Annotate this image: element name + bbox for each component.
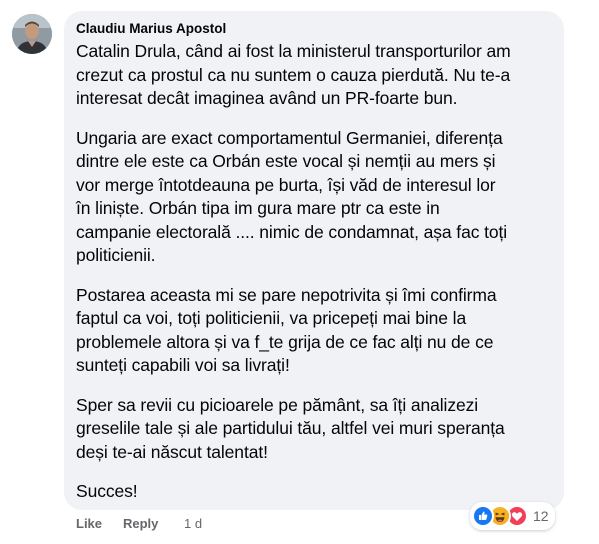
comment-text-line: campanie electorală .... nimic de condam… <box>76 221 508 242</box>
reactions-summary[interactable]: 12 <box>470 502 555 530</box>
avatar-image <box>12 14 52 54</box>
comment-text-line: Catalin Drula, când ai fost la ministeru… <box>76 41 511 61</box>
comment-timestamp[interactable]: 1 d <box>184 515 202 533</box>
comment-text-line: Ungaria are exact comportamentul Germani… <box>76 127 503 148</box>
comment-text-line: Postarea aceasta mi se pare nepotrivita … <box>76 284 497 305</box>
comment-text-line: Sper sa revii cu picioarele pe pământ, s… <box>76 394 479 415</box>
comment-author[interactable]: Claudiu Marius Apostol <box>76 20 552 38</box>
avatar[interactable] <box>12 14 52 54</box>
comment-text-line: Succes! <box>76 481 138 501</box>
reply-button[interactable]: Reply <box>123 515 158 533</box>
comment-text-line: sunteți capabili voi sa livrați! <box>76 355 290 375</box>
comment-paragraph: Postarea aceasta mi se pare nepotrivita … <box>76 284 552 378</box>
comment-bubble: Claudiu Marius Apostol Catalin Drula, câ… <box>64 11 564 510</box>
comment-body: Catalin Drula, când ai fost la ministeru… <box>76 40 552 504</box>
comment-text-line: problemele altora și va f_te grija de ce… <box>76 331 494 352</box>
comment-text-line: greselile tale și ale partidului tău, al… <box>76 418 505 438</box>
comment-text-line: deși te-ai născut talentat! <box>76 441 268 462</box>
comment-text-line: crezut ca prostul ca nu suntem o cauza p… <box>76 64 511 85</box>
comment-text-line: interesat decât imaginea având un PR-foa… <box>76 88 458 108</box>
comment-text-line: în liniște. Orbán tipa im gura mare ptr … <box>76 198 440 218</box>
reaction-count: 12 <box>533 508 549 524</box>
comment-text-line: faptul ca voi, toți politicienii, va pri… <box>76 308 467 328</box>
comment-paragraph: Catalin Drula, când ai fost la ministeru… <box>76 40 552 111</box>
comment-paragraph: Succes! <box>76 480 552 504</box>
comment-text-line: politicienii. <box>76 245 156 265</box>
like-icon <box>472 505 494 527</box>
comment-text-line: vor merge întotdeauna pe burta, își văd … <box>76 174 496 195</box>
comment-paragraph: Sper sa revii cu picioarele pe pământ, s… <box>76 394 552 465</box>
comment-text-line: dintre ele este ca Orbán este vocal și n… <box>76 151 496 171</box>
like-button[interactable]: Like <box>76 515 102 533</box>
comment-paragraph: Ungaria are exact comportamentul Germani… <box>76 127 552 268</box>
